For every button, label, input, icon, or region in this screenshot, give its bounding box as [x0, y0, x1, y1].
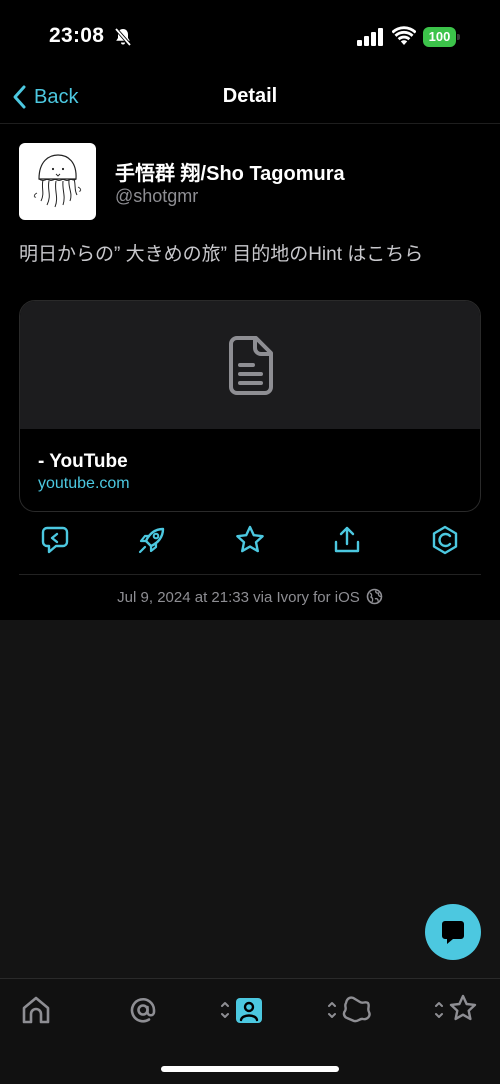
account-handle[interactable]: @shotgmr: [115, 186, 198, 207]
share-icon[interactable]: [331, 524, 363, 556]
favorite-icon[interactable]: [234, 524, 266, 556]
compose-button[interactable]: [425, 904, 481, 960]
globe-icon: [366, 588, 383, 605]
jellyfish-avatar-icon: [33, 154, 82, 208]
document-icon: [225, 334, 277, 396]
favorites-icon: [435, 994, 477, 1021]
display-name[interactable]: 手悟群 翔/Sho Tagomura: [115, 157, 345, 186]
post-text: 明日からの” 大きめの旅” 目的地のHint はこちら: [19, 244, 424, 265]
compose-bubble-icon: [442, 921, 464, 944]
more-icon[interactable]: [429, 524, 461, 556]
tab-mentions[interactable]: [123, 993, 163, 1027]
bell-slash-icon: [113, 27, 133, 47]
signal-icon: [357, 28, 384, 46]
battery-cap: [457, 34, 460, 40]
post-meta: Jul 9, 2024 at 21:33 via Ivory for iOS: [0, 588, 500, 606]
profile-icon: [221, 998, 262, 1023]
battery-icon: 100: [423, 27, 460, 47]
post-action-bar: [0, 524, 500, 560]
mentions-icon: [130, 997, 156, 1023]
divider: [19, 574, 481, 575]
home-icon: [22, 996, 50, 1024]
home-indicator: [161, 1066, 339, 1072]
status-time: 23:08: [49, 24, 105, 47]
link-preview-card[interactable]: - YouTube youtube.com: [19, 300, 481, 512]
post-timestamp: Jul 9, 2024 at 21:33 via Ivory for iOS: [117, 589, 360, 606]
tab-lists[interactable]: [327, 993, 373, 1027]
wifi-icon: [391, 26, 417, 46]
avatar[interactable]: [19, 143, 96, 220]
navigation-bar: Back Detail: [0, 74, 500, 124]
tab-favorites[interactable]: [434, 993, 480, 1027]
lists-icon: [328, 996, 371, 1023]
battery-level: 100: [423, 27, 456, 47]
link-domain: youtube.com: [38, 475, 130, 492]
status-bar: 23:08 100: [0, 0, 500, 74]
link-thumbnail: [20, 301, 480, 429]
boost-icon[interactable]: [136, 524, 168, 556]
link-title: - YouTube: [38, 451, 128, 472]
tab-profile[interactable]: [220, 993, 266, 1027]
page-title: Detail: [222, 85, 278, 107]
reply-icon[interactable]: [39, 524, 71, 556]
tab-home[interactable]: [16, 993, 56, 1027]
